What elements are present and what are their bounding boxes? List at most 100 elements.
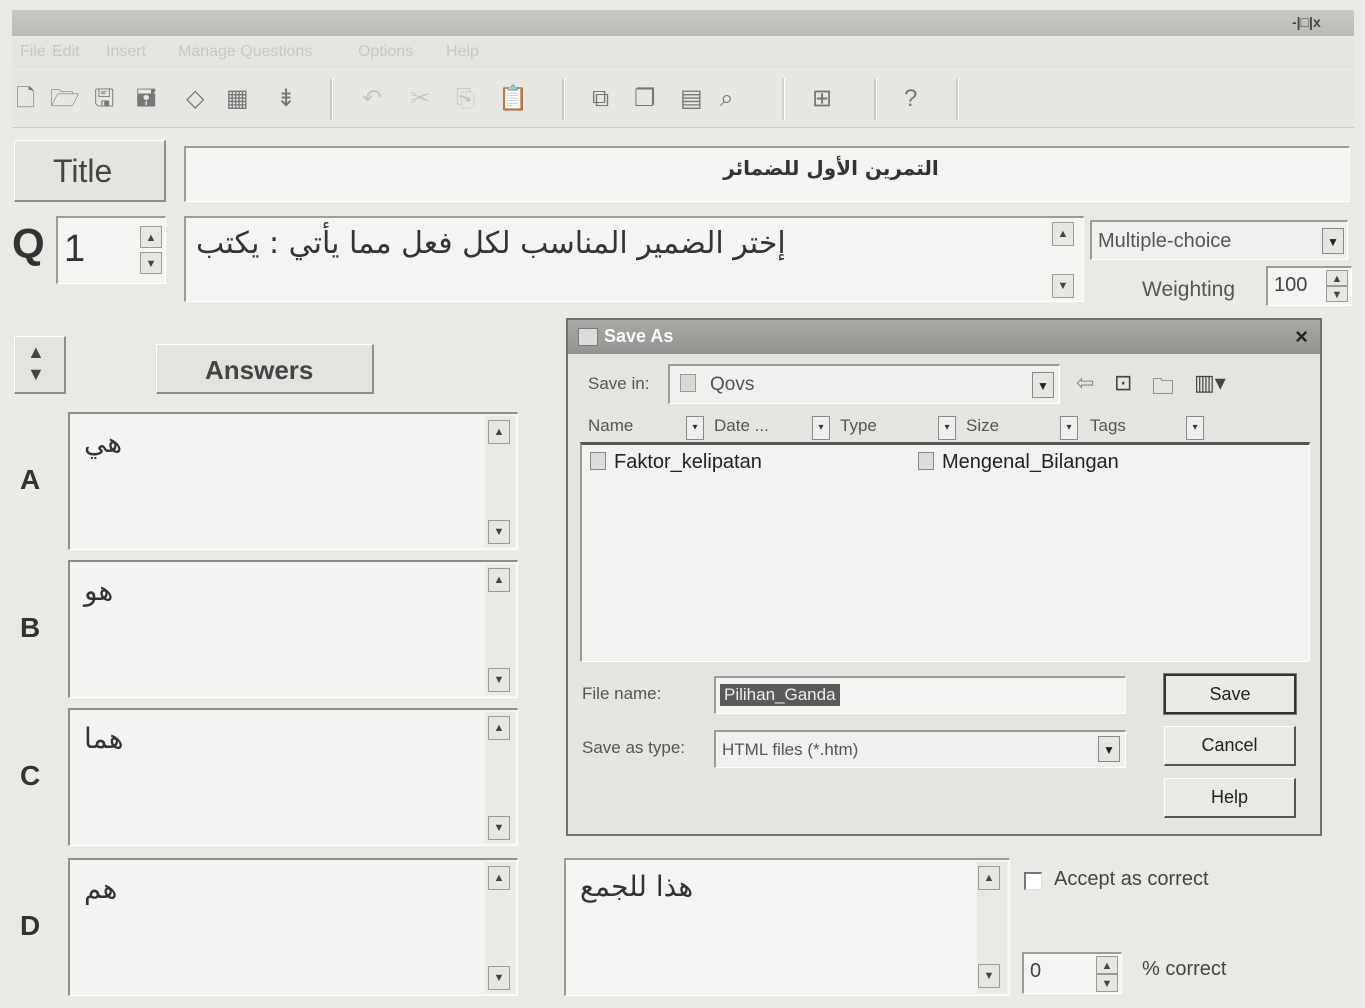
title-input[interactable]: التمرين الأول للضمائر	[184, 146, 1350, 202]
answers-header-label: Answers	[205, 355, 314, 385]
save-type-select[interactable]: HTML files (*.htm) ▼	[714, 730, 1126, 768]
toolbar-separator	[330, 78, 333, 120]
help-button[interactable]: Help	[1164, 778, 1296, 818]
chevron-down-icon[interactable]: ▼	[1032, 372, 1054, 398]
spinner-down-icon[interactable]: ▼	[1326, 286, 1348, 302]
scroll-down-icon[interactable]: ▼	[488, 520, 510, 544]
menu-insert[interactable]: Insert	[106, 43, 146, 61]
percent-correct-spinner[interactable]: 0 ▲ ▼	[1022, 952, 1122, 994]
scroll-up-icon[interactable]: ▲	[488, 568, 510, 592]
menu-help[interactable]: Help	[446, 43, 479, 61]
scroll-up-icon[interactable]: ▲	[978, 866, 1000, 890]
erase-icon[interactable]: ◇	[186, 84, 204, 114]
paste-icon[interactable]: 📋	[498, 84, 528, 114]
web-page-icon[interactable]: ⊞	[812, 84, 832, 114]
column-size[interactable]: Size	[966, 416, 999, 436]
scroll-up-icon[interactable]: ▲	[488, 716, 510, 740]
menu-options[interactable]: Options	[358, 43, 413, 61]
window-titlebar: -|□|x	[12, 10, 1354, 36]
column-date[interactable]: Date ...	[714, 416, 769, 436]
save-in-select[interactable]: Qovs ▼	[668, 364, 1060, 404]
undo-icon[interactable]: ↶	[362, 84, 382, 114]
export-icon[interactable]: ▦	[226, 84, 249, 114]
copy-icon[interactable]: ⎘	[456, 84, 475, 114]
question-number-spinner[interactable]: 1 ▲ ▼	[56, 216, 166, 284]
dialog-title: Save As	[604, 326, 674, 346]
save-icon[interactable]: 🖫	[94, 84, 114, 114]
answer-letter-a: A	[20, 464, 41, 495]
spinner-up-icon[interactable]: ▲	[1096, 956, 1118, 974]
weighting-label: Weighting	[1142, 278, 1236, 301]
back-arrow-icon[interactable]: ⇦	[1076, 370, 1094, 396]
scroll-up-icon[interactable]: ▲	[1052, 222, 1074, 246]
scroll-down-icon[interactable]: ▼	[978, 964, 1000, 988]
answer-d-input[interactable]: هم ▲ ▼	[68, 858, 518, 996]
column-date-sort-icon[interactable]: ▾	[812, 416, 830, 440]
answer-b-input[interactable]: هو ▲ ▼	[68, 560, 518, 698]
open-folder-icon[interactable]: 🗁	[50, 84, 80, 114]
scroll-down-icon[interactable]: ▼	[1052, 274, 1074, 298]
window-controls[interactable]: -|□|x	[1292, 14, 1321, 30]
scroll-down-icon[interactable]: ▼	[488, 816, 510, 840]
spinner-down-icon[interactable]: ▼	[140, 252, 162, 274]
column-name[interactable]: Name	[588, 416, 633, 436]
scroll-up-icon[interactable]: ▲	[488, 420, 510, 444]
file-name-input[interactable]: Pilihan_Ganda	[714, 676, 1126, 714]
answer-a-input[interactable]: هي ▲ ▼	[68, 412, 518, 550]
answer-letter-b: B	[20, 612, 41, 643]
question-text-input[interactable]: إختر الضمير المناسب لكل فعل مما يأتي : ي…	[184, 216, 1084, 302]
view-menu-icon[interactable]: ▥▾	[1194, 370, 1226, 396]
file-item[interactable]: Faktor_kelipatan	[590, 451, 762, 474]
reorder-answers-button[interactable]: ▲ ▼	[14, 336, 66, 394]
chevron-down-icon[interactable]: ▼	[1322, 228, 1344, 254]
accept-correct-checkbox[interactable]	[1024, 872, 1042, 890]
file-name-label: File name:	[582, 684, 662, 703]
column-size-sort-icon[interactable]: ▾	[1060, 416, 1078, 440]
answer-c-text: هما	[84, 722, 124, 755]
column-name-sort-icon[interactable]: ▾	[686, 416, 704, 440]
question-type-select[interactable]: Multiple-choice ▼	[1090, 220, 1348, 260]
column-tags-sort-icon[interactable]: ▾	[1186, 416, 1204, 440]
cut-icon[interactable]: ✂	[410, 84, 430, 114]
weighting-spinner[interactable]: 100 ▲ ▼	[1266, 266, 1352, 306]
file-item-label: Faktor_kelipatan	[614, 451, 762, 473]
toolbar-separator	[874, 78, 877, 120]
spinner-down-icon[interactable]: ▼	[1096, 974, 1118, 992]
save-as-icon[interactable]: 🖬	[136, 84, 156, 114]
toolbar-separator	[562, 78, 565, 120]
help-icon[interactable]: ?	[904, 84, 917, 114]
duplicate-icon[interactable]: ❐	[634, 84, 656, 114]
new-folder-icon[interactable]: 🗀	[1152, 370, 1174, 408]
file-list[interactable]: Faktor_kelipatan Mengenal_Bilangan	[580, 442, 1310, 662]
answer-c-input[interactable]: هما ▲ ▼	[68, 708, 518, 846]
column-tags[interactable]: Tags	[1090, 416, 1126, 436]
close-icon[interactable]: ×	[1295, 324, 1308, 350]
answer-d-text: هم	[84, 872, 118, 905]
file-item[interactable]: Mengenal_Bilangan	[918, 451, 1119, 474]
pin-icon[interactable]: ⇟	[276, 84, 296, 114]
save-button[interactable]: Save	[1163, 673, 1297, 715]
question-text: إختر الضمير المناسب لكل فعل مما يأتي : ي…	[196, 226, 786, 261]
cancel-button[interactable]: Cancel	[1164, 726, 1296, 766]
html-file-icon	[590, 452, 606, 470]
chevron-down-icon[interactable]: ▼	[1098, 736, 1120, 762]
search-icon[interactable]: ⌕	[720, 84, 733, 114]
spinner-up-icon[interactable]: ▲	[1326, 270, 1348, 286]
scroll-down-icon[interactable]: ▼	[488, 668, 510, 692]
up-folder-icon[interactable]: ⊡	[1114, 370, 1132, 396]
insert-question-icon[interactable]: ⧉	[592, 84, 609, 114]
menu-file[interactable]: File	[20, 43, 46, 61]
find-icon[interactable]: ▤	[680, 84, 703, 114]
scroll-up-icon[interactable]: ▲	[488, 866, 510, 890]
percent-correct-label: % correct	[1142, 958, 1227, 980]
feedback-input[interactable]: هذا للجمع ▲ ▼	[564, 858, 1010, 996]
scroll-down-icon[interactable]: ▼	[488, 966, 510, 990]
spinner-up-icon[interactable]: ▲	[140, 226, 162, 248]
new-file-icon[interactable]: 🗋	[16, 84, 35, 114]
column-type-sort-icon[interactable]: ▾	[938, 416, 956, 440]
menu-edit[interactable]: Edit	[52, 43, 80, 61]
toolbar: 🗋 🗁 🖫 🖬 ◇ ▦ ⇟ ↶ ✂ ⎘ 📋 ⧉ ❐ ▤ ⌕ ⊞ ?	[12, 70, 1354, 128]
menu-manage-questions[interactable]: Manage Questions	[178, 43, 312, 61]
answer-letter-d: D	[20, 910, 41, 941]
column-type[interactable]: Type	[840, 416, 877, 436]
